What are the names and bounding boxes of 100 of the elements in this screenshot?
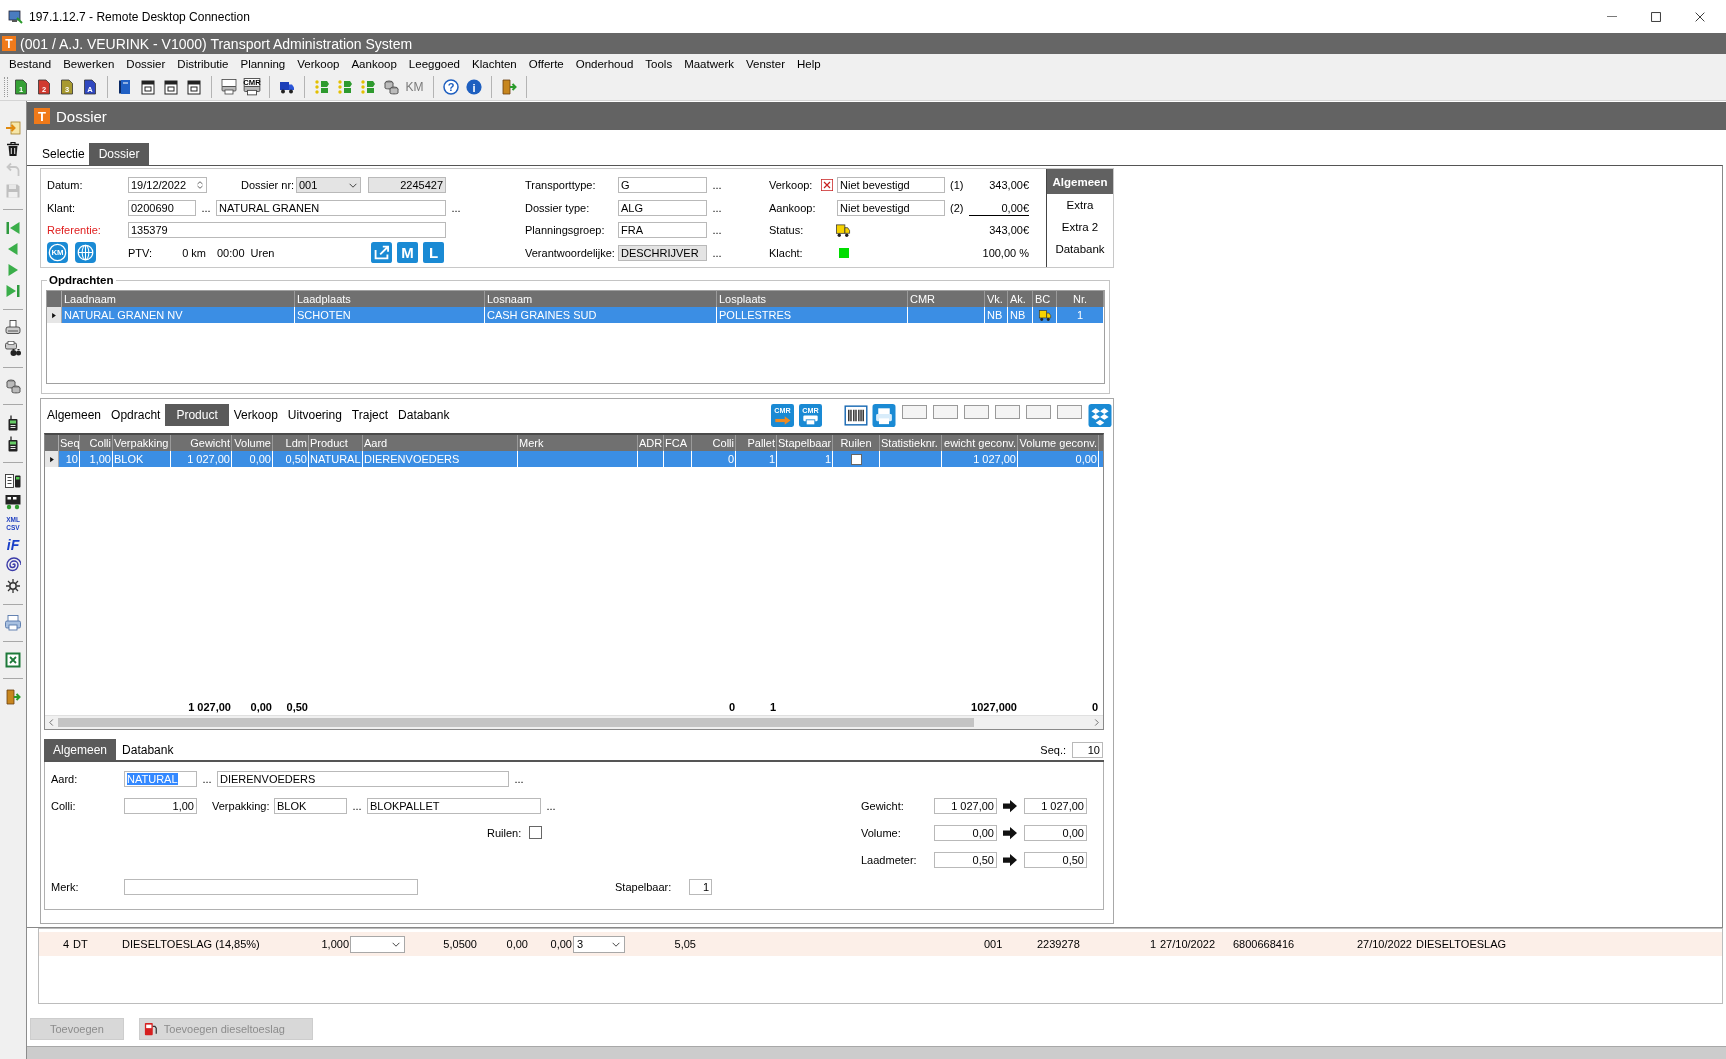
spiral-icon[interactable] [5, 556, 21, 573]
database-icon[interactable] [382, 78, 399, 95]
reference-field[interactable]: 135379 [128, 222, 446, 239]
stackable-field[interactable]: 1 [689, 878, 712, 895]
tab[interactable]: Extra [1047, 194, 1113, 216]
tab[interactable]: Verkoop [228, 404, 283, 426]
lookup-button[interactable]: ... [347, 799, 367, 812]
lookup-button[interactable]: ... [197, 772, 217, 785]
tab[interactable]: Product [165, 404, 229, 426]
scroll-left-icon[interactable] [48, 718, 55, 727]
checkbox[interactable] [529, 826, 543, 839]
menu-item[interactable]: Bestand [3, 57, 58, 70]
tab[interactable]: Databank [1047, 238, 1113, 260]
km-icon[interactable]: KM [47, 242, 68, 264]
tab[interactable]: Algemeen [1047, 169, 1113, 194]
menu-item[interactable]: Leeggoed [402, 57, 466, 70]
packaging-name-field[interactable]: BLOKPALLET [367, 797, 541, 814]
help-icon[interactable]: ? [442, 78, 459, 95]
input-field[interactable]: 1 027,00 [934, 797, 997, 814]
product-name-field[interactable]: DIERENVOEDERS [217, 770, 509, 787]
document-phone-icon[interactable] [5, 472, 21, 489]
printer-icon[interactable] [220, 78, 237, 95]
converted-field[interactable]: 0,00 [1024, 824, 1087, 841]
lookup-button[interactable]: ... [707, 179, 727, 192]
lookup-button[interactable]: ... [509, 772, 529, 785]
minimize-icon[interactable] [1607, 15, 1617, 18]
menu-item[interactable]: Maatwerk [678, 57, 740, 70]
lookup-button[interactable]: ... [541, 799, 561, 812]
tab[interactable]: Databank [393, 404, 455, 426]
input-field[interactable]: FRA [618, 222, 707, 239]
dot-list-icon[interactable] [359, 78, 376, 95]
tab[interactable]: Uitvoering [282, 404, 347, 426]
menu-item[interactable]: Verkoop [291, 57, 346, 70]
menu-item[interactable]: Distributie [171, 57, 235, 70]
km-button[interactable]: KM [405, 79, 424, 94]
info-icon[interactable]: i [465, 78, 482, 95]
share-icon[interactable] [371, 242, 392, 264]
close-icon[interactable] [1695, 11, 1705, 22]
lookup-button[interactable]: ... [707, 224, 727, 237]
letter-button[interactable]: M [397, 242, 418, 264]
empty-button[interactable] [902, 405, 927, 419]
input-field[interactable]: ALG [618, 199, 707, 216]
scroll-right-icon[interactable] [1093, 718, 1100, 727]
converted-field[interactable]: 0,50 [1024, 851, 1087, 868]
calendar-icon[interactable] [139, 78, 156, 95]
menu-item[interactable]: Planning [234, 57, 292, 70]
settings-icon[interactable] [5, 577, 21, 594]
empty-button[interactable] [1026, 405, 1051, 419]
packaging-code-field[interactable]: BLOK [274, 797, 347, 814]
menu-item[interactable]: Help [791, 57, 827, 70]
maximize-icon[interactable] [1651, 11, 1661, 22]
database-icon[interactable] [5, 377, 21, 394]
lookup-button[interactable]: ... [707, 201, 727, 214]
scrollbar-thumb[interactable] [58, 718, 974, 727]
tab[interactable]: Extra 2 [1047, 216, 1113, 238]
printer-icon[interactable] [5, 319, 21, 336]
exit-door-icon[interactable] [500, 78, 517, 95]
letter-button[interactable]: L [423, 242, 444, 264]
input-field[interactable]: G [618, 177, 707, 194]
menu-item[interactable]: Offerte [522, 57, 570, 70]
menu-item[interactable]: Onderhoud [569, 57, 640, 70]
spreadsheet-icon[interactable] [5, 651, 21, 668]
last-record-icon[interactable] [5, 282, 21, 299]
menu-item[interactable]: Aankoop [345, 57, 403, 70]
customer-code-field[interactable]: 0200690 [128, 199, 196, 216]
globe-icon[interactable] [75, 242, 96, 264]
empty-button[interactable] [995, 405, 1020, 419]
tab[interactable]: Opdracht [106, 404, 166, 426]
tab[interactable]: Algemeen [42, 404, 107, 426]
menu-item[interactable]: Bewerken [57, 57, 121, 70]
brand-field[interactable] [124, 878, 418, 895]
empty-button[interactable] [964, 405, 989, 419]
book-icon[interactable] [116, 78, 133, 95]
trash-icon[interactable] [5, 140, 21, 157]
first-record-icon[interactable] [5, 219, 21, 236]
colli-field[interactable]: 1,00 [124, 797, 197, 814]
table-row[interactable]: 4 DT DIESELTOESLAG (14,85%) 1,000 5,0500 0,00 0,00 3 5,05 001 2239278 1 27/10/2022 6800668416 27/10/2022 DIESELTOESLAG [39, 932, 1722, 956]
tab[interactable]: Databank [116, 739, 180, 760]
if-icon[interactable]: iF [5, 535, 21, 552]
dropdown[interactable]: 3 [573, 935, 625, 953]
customer-name-field[interactable]: NATURAL GRANEN [216, 199, 446, 216]
dot-list-icon[interactable] [336, 78, 353, 95]
lookup-button[interactable]: ... [196, 201, 216, 214]
calendar-icon[interactable] [162, 78, 179, 95]
lookup-button[interactable]: ... [707, 246, 727, 259]
dot-list-icon[interactable] [313, 78, 330, 95]
horizontal-scrollbar[interactable] [45, 715, 1103, 729]
lookup-button[interactable]: ... [446, 201, 466, 214]
printer-binoculars-icon[interactable] [5, 340, 21, 357]
truck-icon[interactable] [5, 493, 21, 510]
converted-field[interactable]: 1 027,00 [1024, 797, 1087, 814]
barcode-icon[interactable] [844, 403, 868, 427]
printer-icon[interactable] [5, 614, 21, 631]
tab[interactable]: Traject [346, 404, 394, 426]
printer-icon[interactable] [872, 403, 896, 427]
menu-item[interactable]: Dossier [120, 57, 172, 70]
empty-button[interactable] [1057, 405, 1082, 419]
sequence-field[interactable]: 10 [1072, 741, 1103, 758]
dossier-number-dropdown[interactable]: 001 [296, 177, 361, 194]
calendar-icon[interactable] [185, 78, 202, 95]
